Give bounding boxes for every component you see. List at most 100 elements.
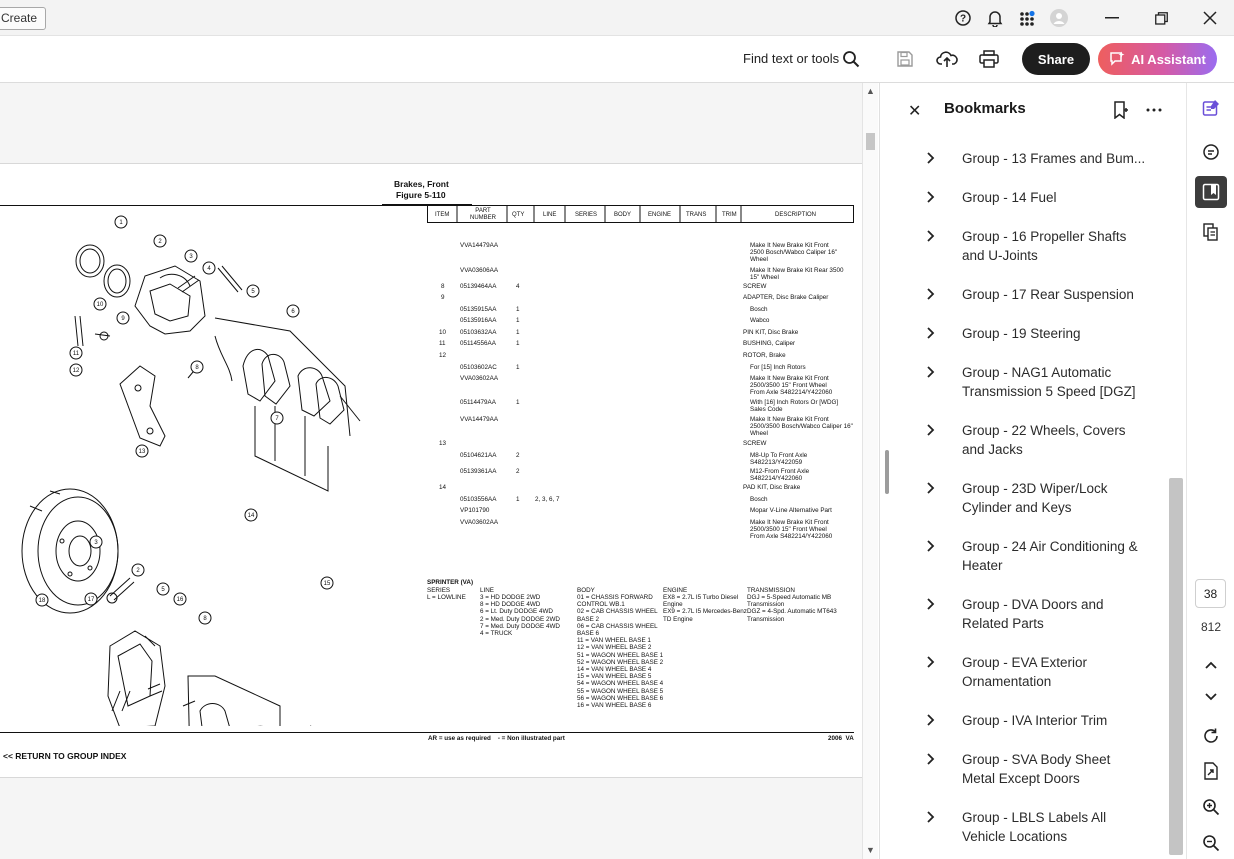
callout-15: 15 xyxy=(320,576,334,590)
callout-11-label: 11 xyxy=(73,351,80,357)
bookmark-label[interactable]: Group - 19 Steering xyxy=(962,324,1147,343)
bookmark-label[interactable]: Group - 24 Air Conditioning & Heater xyxy=(962,537,1147,575)
print-icon[interactable] xyxy=(978,48,1000,70)
row-14-desc: SCREW xyxy=(743,440,767,447)
document-viewer[interactable]: Brakes, Front Figure 5-110 1 2 3 4 5 6 7… xyxy=(0,83,862,859)
legend-body-value: 01 = CHASSIS FORWARD CONTROL WB.1 02 = C… xyxy=(577,594,664,710)
apps-grid-icon[interactable] xyxy=(1018,9,1036,27)
chevron-right-icon[interactable] xyxy=(926,327,936,339)
chevron-right-icon[interactable] xyxy=(926,540,936,552)
parts-table-column-rules xyxy=(456,205,742,223)
row-6-part: 05135916AA xyxy=(460,317,497,324)
restore-icon[interactable] xyxy=(1149,6,1173,30)
bookmark-label[interactable]: Group - EVA Exterior Ornamentation xyxy=(962,653,1147,691)
bookmarks-panel-icon[interactable] xyxy=(1195,176,1227,208)
previous-page-icon[interactable] xyxy=(1195,649,1227,681)
search-icon[interactable] xyxy=(840,48,862,70)
bookmark-label[interactable]: Group - LBLS Labels All Vehicle Location… xyxy=(962,808,1147,846)
chevron-right-icon[interactable] xyxy=(926,753,936,765)
chevron-right-icon[interactable] xyxy=(926,656,936,668)
document-scrollbar[interactable]: ▲ ▼ xyxy=(862,83,878,859)
close-window-icon[interactable] xyxy=(1198,6,1222,30)
bookmark-label[interactable]: Group - IVA Interior Trim xyxy=(962,711,1147,730)
row-9-desc: ROTOR, Brake xyxy=(743,352,786,359)
legend-engine-value: EX8 = 2.7L I5 Turbo Diesel Engine EX9 = … xyxy=(663,594,747,623)
edit-pdf-icon[interactable] xyxy=(1195,92,1227,124)
row-18-part: 05103556AA xyxy=(460,496,497,503)
return-to-group-index-link[interactable]: << RETURN TO GROUP INDEX xyxy=(3,751,126,761)
comment-icon[interactable] xyxy=(1195,136,1227,168)
chevron-right-icon[interactable] xyxy=(926,152,936,164)
row-10-desc: For [15] Inch Rotors xyxy=(750,364,806,371)
pages-thumbnails-icon[interactable] xyxy=(1195,216,1227,248)
create-button[interactable]: Create xyxy=(0,7,47,30)
scroll-down-arrow-icon[interactable]: ▼ xyxy=(866,845,875,855)
chevron-right-icon[interactable] xyxy=(926,714,936,726)
callout-8: 8 xyxy=(190,360,204,374)
bookmark-label[interactable]: Group - SVA Body Sheet Metal Except Door… xyxy=(962,750,1147,788)
page-extract-icon[interactable] xyxy=(1195,755,1227,787)
row-1-desc: Make It New Brake Kit Front 2500 Bosch/W… xyxy=(750,242,838,264)
zoom-in-icon[interactable] xyxy=(1195,791,1227,823)
row-7-item: 10 xyxy=(439,329,447,336)
row-1-part: VVA14479AA xyxy=(460,242,499,249)
share-button[interactable]: Share xyxy=(1022,43,1090,75)
close-panel-icon[interactable]: ✕ xyxy=(908,101,921,121)
current-page-input[interactable]: 38 xyxy=(1195,579,1226,608)
find-text-button[interactable]: Find text or tools xyxy=(743,51,839,66)
callout-16: 16 xyxy=(173,592,187,606)
add-bookmark-icon[interactable] xyxy=(1111,100,1131,120)
scroll-up-arrow-icon[interactable]: ▲ xyxy=(866,86,875,96)
chevron-right-icon[interactable] xyxy=(926,366,936,378)
panel-resize-handle[interactable] xyxy=(885,450,889,494)
row-11-desc: Make It New Brake Kit Front 2500/3500 15… xyxy=(750,375,833,397)
help-icon[interactable]: ? xyxy=(954,9,972,27)
minimize-icon[interactable] xyxy=(1100,6,1124,30)
callout-14-label: 14 xyxy=(248,513,255,519)
bookmark-label[interactable]: Group - 16 Propeller Shafts and U-Joints xyxy=(962,227,1147,265)
callout-6: 6 xyxy=(286,304,300,318)
user-avatar-icon[interactable] xyxy=(1050,9,1068,27)
chevron-right-icon[interactable] xyxy=(926,598,936,610)
zoom-out-icon[interactable] xyxy=(1195,827,1227,859)
chevron-right-icon[interactable] xyxy=(926,811,936,823)
pdf-page: Brakes, Front Figure 5-110 1 2 3 4 5 6 7… xyxy=(0,163,862,778)
save-icon[interactable] xyxy=(894,48,916,70)
rotate-icon[interactable] xyxy=(1195,720,1227,752)
ai-assistant-label: AI Assistant xyxy=(1131,51,1206,67)
chevron-right-icon[interactable] xyxy=(926,482,936,494)
bookmarks-scroll-thumb[interactable] xyxy=(1169,478,1183,855)
legend-trans-value: DGJ = 5-Speed Automatic MB Transmission … xyxy=(747,594,837,623)
document-scroll-thumb[interactable] xyxy=(866,133,875,150)
chevron-right-icon[interactable] xyxy=(926,191,936,203)
chevron-right-icon[interactable] xyxy=(926,288,936,300)
row-3-part: 05139464AA xyxy=(460,283,497,290)
bookmark-label[interactable]: Group - 14 Fuel xyxy=(962,188,1147,207)
bookmark-label[interactable]: Group - 13 Frames and Bum... xyxy=(962,149,1147,168)
row-4-item: 9 xyxy=(441,294,445,301)
callout-17: 17 xyxy=(84,592,98,606)
legend-line-value: 3 = HD DODGE 2WD 8 = HD DODGE 4WD 6 = Lt… xyxy=(480,594,560,638)
row-4-desc: ADAPTER, Disc Brake Caliper xyxy=(743,294,829,301)
bookmark-label[interactable]: Group - NAG1 Automatic Transmission 5 Sp… xyxy=(962,363,1147,401)
chevron-right-icon[interactable] xyxy=(926,230,936,242)
more-options-icon[interactable] xyxy=(1144,100,1164,120)
chevron-right-icon[interactable] xyxy=(926,424,936,436)
notifications-bell-icon[interactable] xyxy=(986,9,1004,27)
callout-18: 18 xyxy=(35,593,49,607)
row-16-desc: M12-From Front Axle S482214/Y422060 xyxy=(750,468,810,483)
ai-assistant-button[interactable]: AI Assistant xyxy=(1098,43,1217,75)
callout-14: 14 xyxy=(244,508,258,522)
bookmark-label[interactable]: Group - DVA Doors and Related Parts xyxy=(962,595,1147,633)
cloud-upload-icon[interactable] xyxy=(936,48,958,70)
bookmark-label[interactable]: Group - 22 Wheels, Covers and Jacks xyxy=(962,421,1147,459)
bookmark-label[interactable]: Group - 23D Wiper/Lock Cylinder and Keys xyxy=(962,479,1147,517)
callout-5: 5 xyxy=(246,284,260,298)
svg-text:?: ? xyxy=(960,14,966,25)
row-8-desc: BUSHING, Caliper xyxy=(743,340,796,347)
next-page-icon[interactable] xyxy=(1195,681,1227,713)
row-17-desc: PAD KIT, Disc Brake xyxy=(743,484,801,491)
bookmark-label[interactable]: Group - 17 Rear Suspension xyxy=(962,285,1147,304)
figure-title: Brakes, Front xyxy=(394,179,449,189)
row-6-desc: Wabco xyxy=(750,317,770,324)
